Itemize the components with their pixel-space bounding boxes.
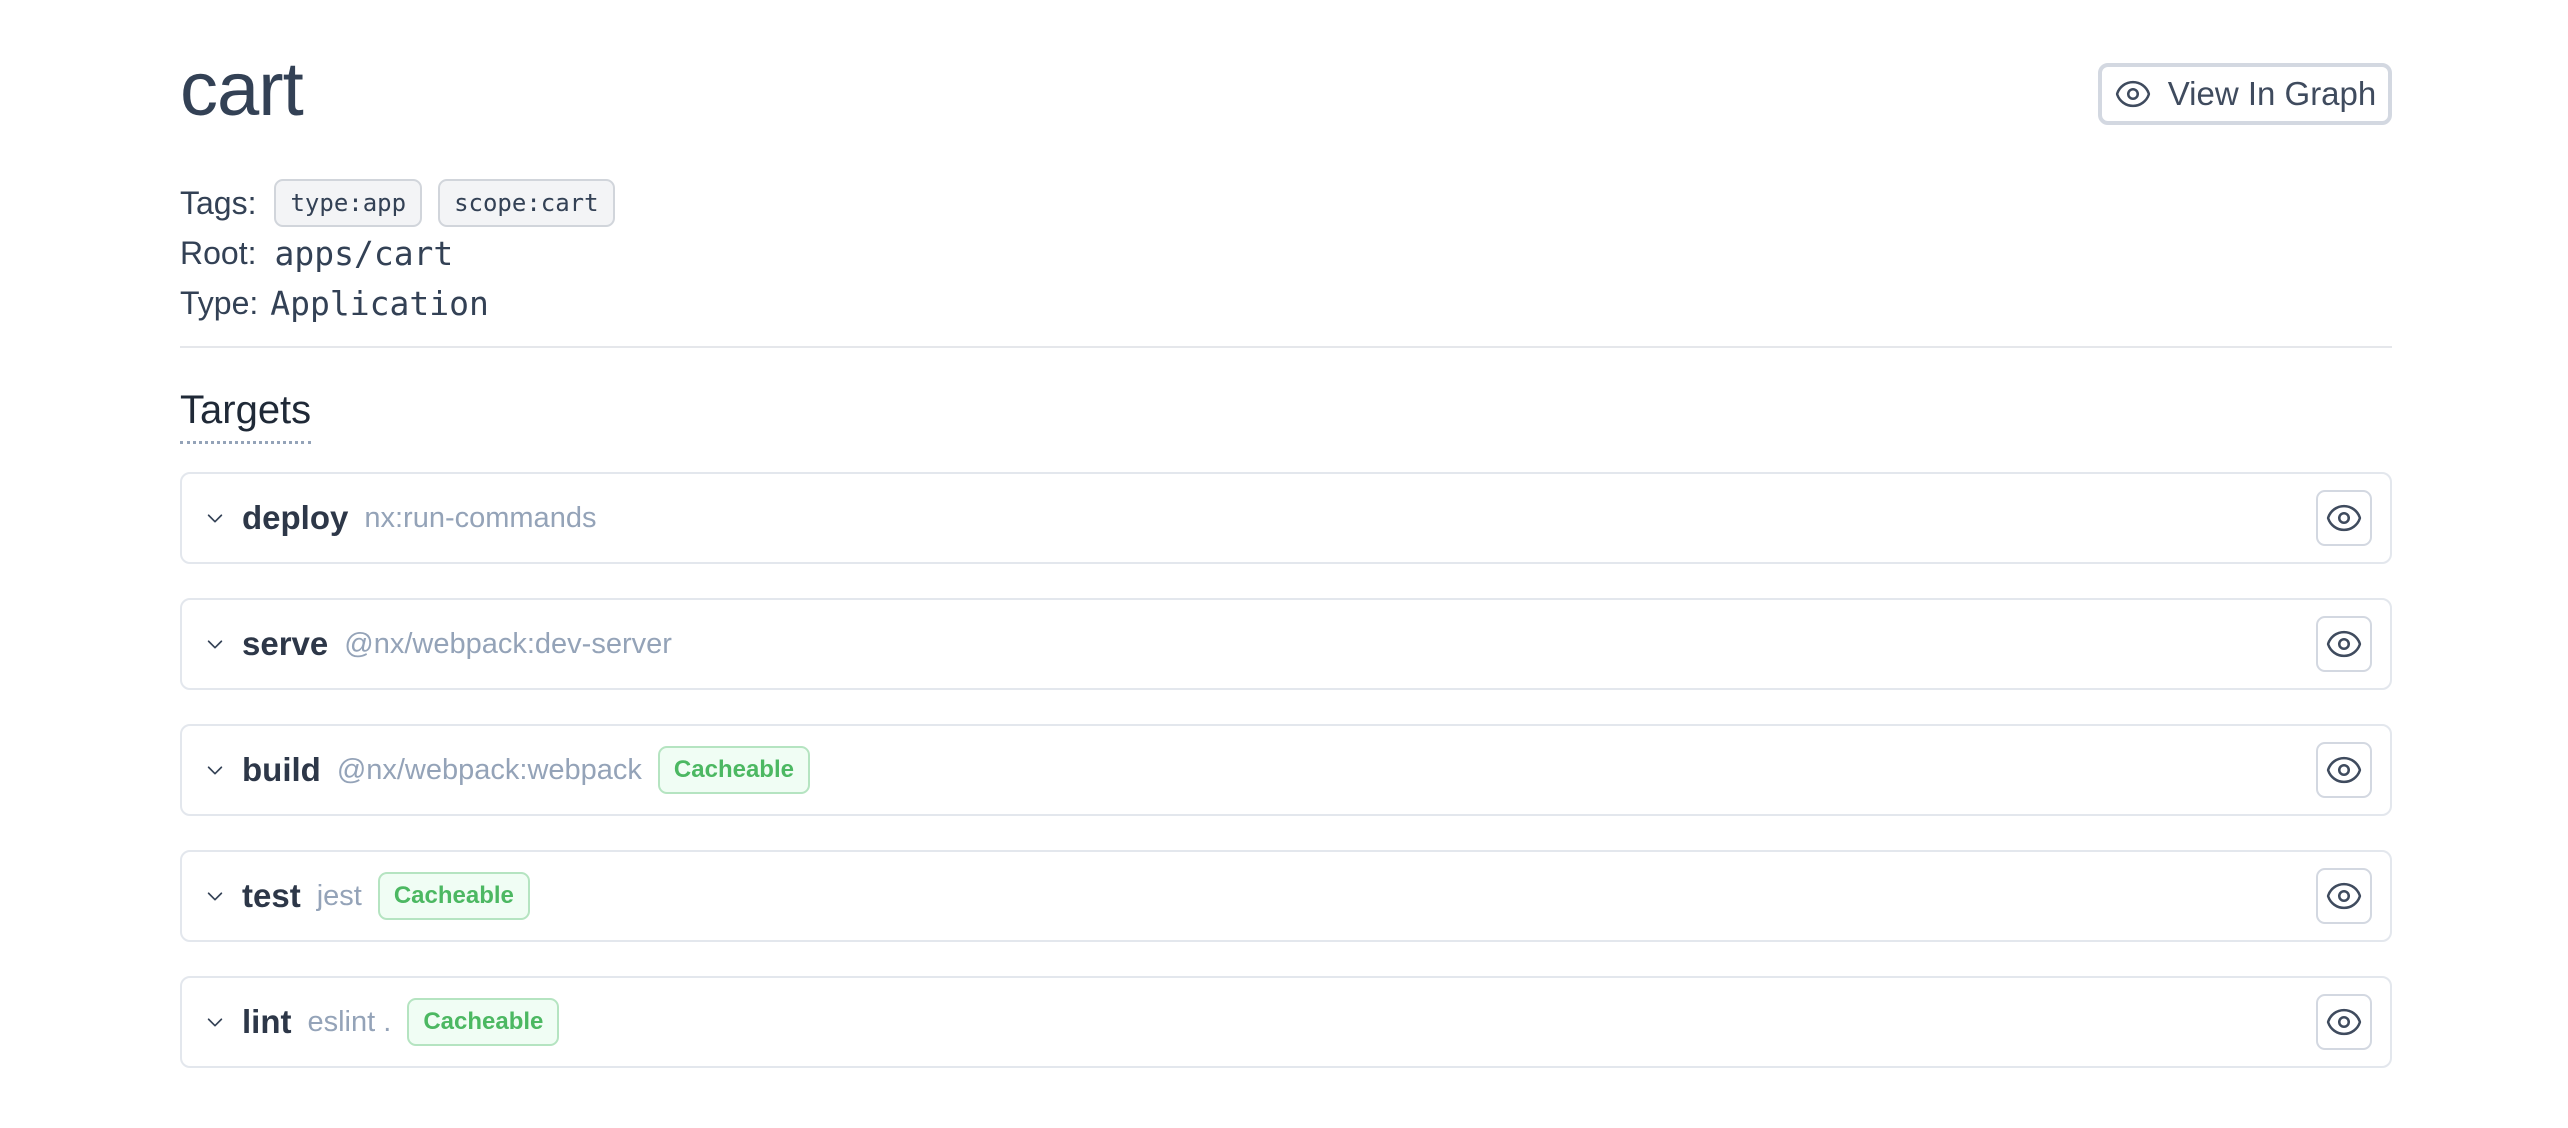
targets-list: deploy nx:run-commands serve @nx/webpack… — [180, 472, 2392, 1102]
project-meta: Tags: type:app scope:cart Root: apps/car… — [180, 178, 631, 328]
eye-icon — [2326, 882, 2362, 910]
target-executor: jest — [316, 879, 362, 912]
cacheable-badge: Cacheable — [657, 746, 810, 794]
target-card-lint[interactable]: lint eslint . Cacheable — [180, 976, 2392, 1068]
target-card-serve[interactable]: serve @nx/webpack:dev-server — [180, 598, 2392, 690]
target-name: build — [242, 751, 321, 788]
target-card-build[interactable]: build @nx/webpack:webpack Cacheable — [180, 724, 2392, 816]
target-executor: @nx/webpack:webpack — [336, 753, 642, 786]
chevron-down-icon[interactable] — [204, 885, 226, 907]
eye-icon — [2326, 504, 2362, 532]
view-target-in-graph-button[interactable] — [2316, 490, 2372, 546]
eye-icon — [2326, 630, 2362, 658]
view-target-in-graph-button[interactable] — [2316, 616, 2372, 672]
tag-badge: type:app — [274, 179, 423, 227]
eye-icon — [2115, 80, 2150, 108]
chevron-down-icon[interactable] — [204, 633, 226, 655]
target-executor: nx:run-commands — [364, 501, 597, 534]
target-name: deploy — [242, 499, 349, 536]
type-value: Application — [270, 283, 489, 323]
divider — [180, 346, 2392, 348]
view-in-graph-label: View In Graph — [2167, 75, 2377, 112]
target-name: serve — [242, 625, 329, 662]
view-target-in-graph-button[interactable] — [2316, 868, 2372, 924]
target-executor: eslint . — [307, 1005, 392, 1038]
target-name: test — [242, 877, 301, 914]
eye-icon — [2326, 756, 2362, 784]
tags-row: Tags: type:app scope:cart — [180, 178, 631, 228]
chevron-down-icon[interactable] — [204, 1011, 226, 1033]
tags-label: Tags: — [180, 184, 257, 221]
tag-badge: scope:cart — [438, 179, 615, 227]
targets-heading: Targets — [180, 385, 312, 444]
view-target-in-graph-button[interactable] — [2316, 994, 2372, 1050]
chevron-down-icon[interactable] — [204, 759, 226, 781]
chevron-down-icon[interactable] — [204, 507, 226, 529]
target-card-deploy[interactable]: deploy nx:run-commands — [180, 472, 2392, 564]
type-row: Type: Application — [180, 278, 631, 328]
cacheable-badge: Cacheable — [407, 998, 560, 1046]
type-label: Type: — [180, 284, 259, 321]
cacheable-badge: Cacheable — [377, 872, 530, 920]
target-card-test[interactable]: test jest Cacheable — [180, 850, 2392, 942]
project-title: cart — [180, 47, 304, 132]
target-executor: @nx/webpack:dev-server — [344, 627, 672, 660]
root-row: Root: apps/cart — [180, 228, 631, 278]
target-name: lint — [242, 1003, 292, 1040]
root-label: Root: — [180, 234, 257, 271]
eye-icon — [2326, 1008, 2362, 1036]
root-value: apps/cart — [274, 233, 454, 273]
view-target-in-graph-button[interactable] — [2316, 742, 2372, 798]
view-in-graph-button[interactable]: View In Graph — [2098, 63, 2392, 125]
